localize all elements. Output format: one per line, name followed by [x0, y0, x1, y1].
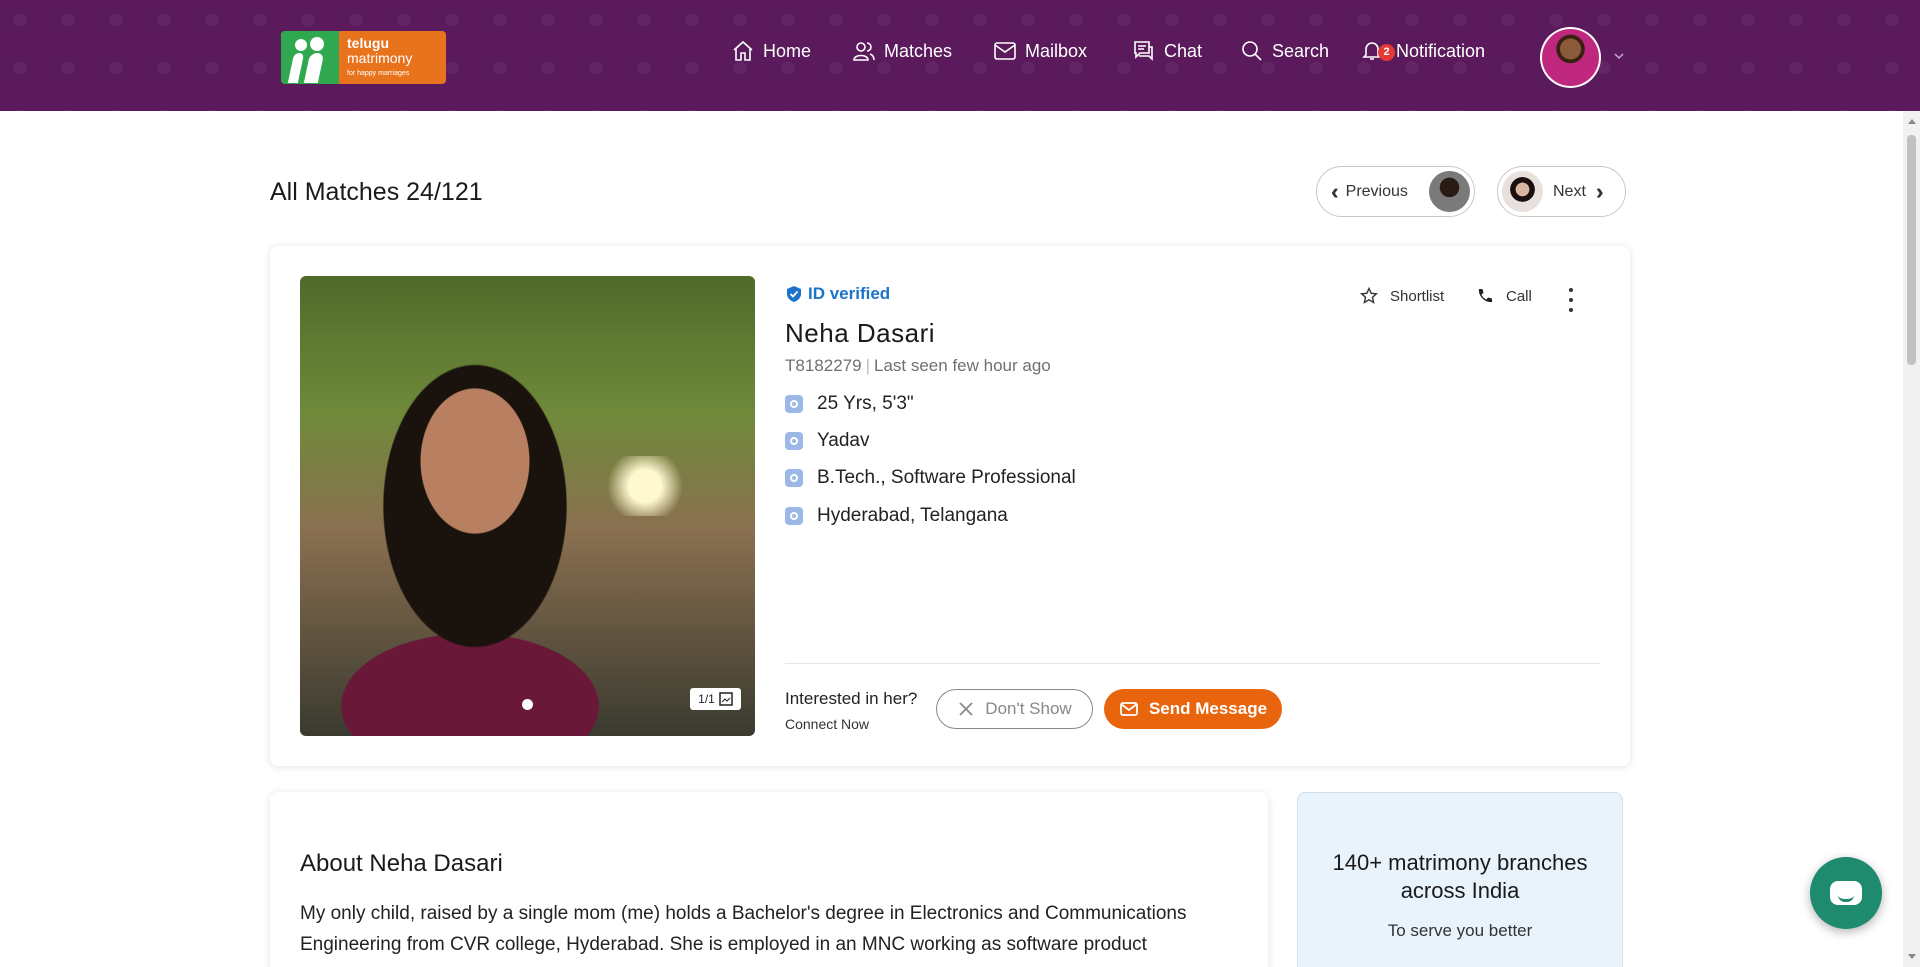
verified-shield-icon — [787, 286, 801, 302]
chevron-down-icon[interactable] — [1613, 50, 1625, 62]
caste-value: Yadav — [817, 430, 870, 451]
close-icon — [959, 702, 973, 716]
logo-mark-icon — [281, 31, 339, 84]
next-profile-thumbnail — [1502, 171, 1543, 212]
nav-search[interactable]: Search — [1240, 38, 1329, 64]
profile-id-line: T8182279 | Last seen few hour ago — [785, 356, 1051, 375]
profile-id: T8182279 — [785, 356, 862, 375]
next-profile-button[interactable]: Next ›› — [1497, 166, 1626, 217]
location-pin-icon — [785, 507, 803, 525]
photo-counter-text: 1/1 — [698, 692, 715, 706]
age-height-value: 25 Yrs, 5'3" — [817, 393, 914, 414]
nav-mailbox[interactable]: Mailbox — [993, 38, 1087, 64]
nav-home-label: Home — [763, 40, 812, 61]
scroll-up-arrow-icon[interactable] — [1908, 119, 1916, 124]
attr-caste: Yadav — [785, 430, 869, 452]
interest-question: Interested in her? — [785, 689, 918, 708]
next-label: Next — [1553, 182, 1586, 200]
more-options-icon[interactable] — [1566, 288, 1576, 312]
logo-line2: matrimony — [347, 50, 413, 66]
profile-name: Neha Dasari — [785, 318, 936, 348]
about-title: About Neha Dasari — [300, 850, 503, 877]
nav-chat-label: Chat — [1164, 40, 1203, 61]
send-message-button[interactable]: Send Message — [1104, 689, 1282, 729]
branches-title: 140+ matrimony branches across India — [1332, 850, 1588, 903]
mail-icon — [1120, 702, 1138, 716]
nav-matches[interactable]: Matches — [852, 38, 952, 64]
telugu-matrimony-logo[interactable]: telugu matrimony for happy marriages — [281, 31, 446, 84]
photo-counter[interactable]: 1/1 — [690, 688, 741, 710]
home-icon — [733, 40, 753, 61]
nav-chat[interactable]: Chat — [1132, 38, 1202, 64]
call-button[interactable]: Call — [1476, 287, 1532, 305]
branches-subtitle: To serve you better — [1387, 921, 1533, 940]
double-chevron-left-icon: ‹‹ — [1331, 178, 1336, 204]
top-header: telugu matrimony for happy marriages Hom… — [0, 0, 1920, 111]
nav-search-label: Search — [1272, 40, 1330, 61]
mail-icon — [994, 42, 1016, 60]
age-icon — [785, 395, 803, 413]
page-scrollbar[interactable] — [1903, 111, 1920, 967]
nav-matches-label: Matches — [884, 40, 953, 61]
book-icon — [785, 432, 803, 450]
nav-mailbox-label: Mailbox — [1025, 40, 1088, 61]
nav-notification[interactable]: 2 Notification — [1360, 38, 1485, 64]
attr-education: B.Tech., Software Professional — [785, 467, 1076, 489]
scrollbar-thumb[interactable] — [1907, 135, 1916, 365]
carousel-dot[interactable] — [522, 699, 533, 710]
logo-tagline: for happy marriages — [347, 70, 410, 77]
page-title: All Matches 24/121 — [270, 178, 483, 206]
previous-profile-thumbnail — [1429, 171, 1470, 212]
shortlist-label: Shortlist — [1390, 287, 1445, 305]
chat-icon — [1134, 41, 1153, 61]
call-label: Call — [1506, 287, 1532, 305]
attr-age-height: 25 Yrs, 5'3" — [785, 393, 914, 415]
gallery-icon — [719, 692, 733, 706]
id-verified-label: ID verified — [808, 284, 891, 303]
search-icon — [1242, 41, 1262, 61]
notification-count-badge: 2 — [1378, 44, 1395, 61]
star-icon — [1360, 287, 1378, 304]
attr-location: Hyderabad, Telangana — [785, 505, 1008, 527]
card-divider — [785, 663, 1600, 664]
branches-promo[interactable]: 140+ matrimony branches across India To … — [1297, 792, 1623, 967]
phone-icon — [1478, 289, 1492, 303]
chat-bubble-icon — [1830, 881, 1862, 905]
bell-icon: 2 — [1360, 38, 1395, 64]
last-seen: Last seen few hour ago — [874, 356, 1051, 375]
profile-photo[interactable]: 1/1 — [300, 276, 755, 736]
previous-label: Previous — [1345, 182, 1408, 200]
users-icon — [853, 42, 875, 61]
user-avatar[interactable] — [1540, 27, 1601, 88]
shortlist-button[interactable]: Shortlist — [1360, 287, 1444, 305]
about-section: About Neha Dasari My only child, raised … — [270, 792, 1268, 967]
dont-show-button[interactable]: Don't Show — [936, 689, 1093, 729]
chat-support-button[interactable] — [1810, 857, 1882, 929]
send-message-label: Send Message — [1148, 699, 1268, 718]
about-text: My only child, raised by a single mom (m… — [300, 903, 1187, 967]
location-value: Hyderabad, Telangana — [817, 505, 1008, 526]
double-chevron-right-icon: ›› — [1595, 178, 1601, 204]
nav-home[interactable]: Home — [731, 38, 811, 64]
previous-profile-button[interactable]: ‹‹ Previous — [1316, 166, 1475, 217]
logo-line1: telugu — [347, 35, 389, 51]
education-value: B.Tech., Software Professional — [817, 467, 1076, 488]
dont-show-label: Don't Show — [985, 699, 1072, 718]
briefcase-icon — [785, 469, 803, 487]
scroll-down-arrow-icon[interactable] — [1908, 954, 1916, 959]
nav-notification-label: Notification — [1396, 40, 1486, 61]
id-verified-badge: ID verified — [785, 284, 890, 304]
interest-subtext: Connect Now — [785, 716, 870, 732]
